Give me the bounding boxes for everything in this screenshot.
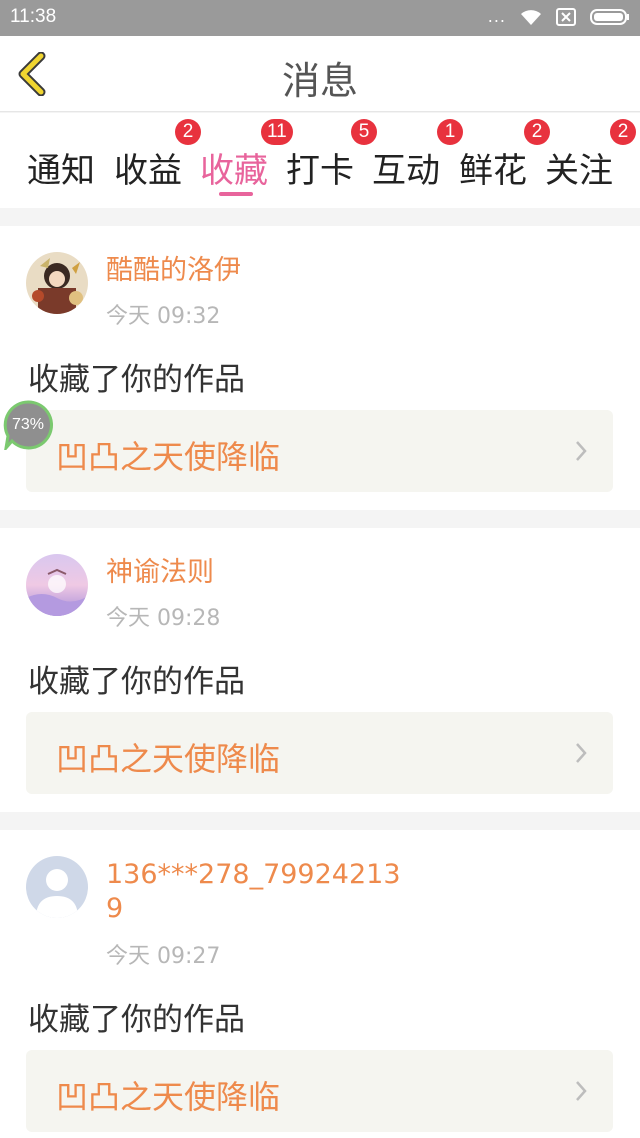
tab-favorites[interactable]: 收藏 11	[191, 119, 293, 196]
username[interactable]: 神谕法则	[106, 556, 406, 590]
wifi-icon	[521, 10, 541, 25]
header-bar: 消息	[0, 36, 640, 112]
tab-label: 收藏	[200, 151, 268, 191]
message-card: 136***278_799242139 今天 09:27 收藏了你的作品 凹凸之…	[0, 830, 640, 1138]
status-bar: 11:38 ...	[0, 0, 640, 36]
tab-label: 互动	[372, 151, 440, 191]
battery-icon	[590, 9, 629, 25]
chevron-right-icon	[576, 743, 587, 763]
floating-badge-text: 73%	[11, 416, 45, 433]
tab-follow[interactable]: 关注 2	[536, 119, 636, 193]
action-text: 收藏了你的作品	[28, 1002, 245, 1038]
message-time: 今天 09:27	[106, 944, 221, 969]
status-icons: ...	[488, 8, 630, 26]
work-title: 凹凸之天使降临	[56, 438, 281, 476]
page-title: 消息	[281, 59, 358, 103]
chevron-right-icon	[576, 1081, 587, 1101]
tab-flowers[interactable]: 鲜花 2	[450, 119, 550, 193]
work-link[interactable]: 凹凸之天使降临	[26, 1050, 613, 1132]
tab-label: 通知	[27, 151, 95, 191]
tab-checkin[interactable]: 打卡 5	[277, 119, 377, 193]
work-link[interactable]: 凹凸之天使降临	[26, 712, 613, 794]
anime-avatar-icon[interactable]	[26, 252, 88, 314]
status-dots: ...	[487, 7, 506, 26]
action-text: 收藏了你的作品	[28, 664, 245, 700]
default-user-avatar-icon[interactable]	[26, 856, 88, 918]
chevron-right-icon	[576, 441, 587, 461]
purple-sky-avatar-icon[interactable]	[26, 554, 88, 616]
tab-interaction[interactable]: 互动 1	[363, 119, 463, 193]
tab-earnings[interactable]: 收益 2	[105, 119, 201, 193]
message-time: 今天 09:28	[106, 606, 221, 631]
work-link[interactable]: 凹凸之天使降临	[26, 410, 613, 492]
tab-notice[interactable]: 通知	[18, 127, 104, 193]
tab-badge: 2	[610, 119, 636, 145]
sim-off-icon	[556, 8, 576, 26]
tab-label: 关注	[545, 151, 613, 191]
username[interactable]: 136***278_799242139	[106, 858, 406, 926]
tab-label: 鲜花	[459, 151, 527, 191]
message-card: 神谕法则 今天 09:28 收藏了你的作品 凹凸之天使降临	[0, 528, 640, 812]
username[interactable]: 酷酷的洛伊	[106, 254, 406, 288]
tab-label: 打卡	[286, 151, 354, 191]
status-time: 11:38	[10, 6, 57, 27]
message-card: 酷酷的洛伊 今天 09:32 收藏了你的作品 凹凸之天使降临	[0, 226, 640, 510]
work-title: 凹凸之天使降临	[56, 740, 281, 778]
action-text: 收藏了你的作品	[28, 362, 245, 398]
tab-bar: 通知 收益 2 收藏 11 打卡 5 互动 1 鲜花 2 关注 2	[0, 113, 640, 208]
floating-speed-badge[interactable]: 73%	[2, 400, 54, 454]
tab-label: 收益	[114, 151, 182, 191]
message-time: 今天 09:32	[106, 304, 221, 329]
work-title: 凹凸之天使降临	[56, 1078, 281, 1116]
tab-underline	[219, 192, 253, 196]
